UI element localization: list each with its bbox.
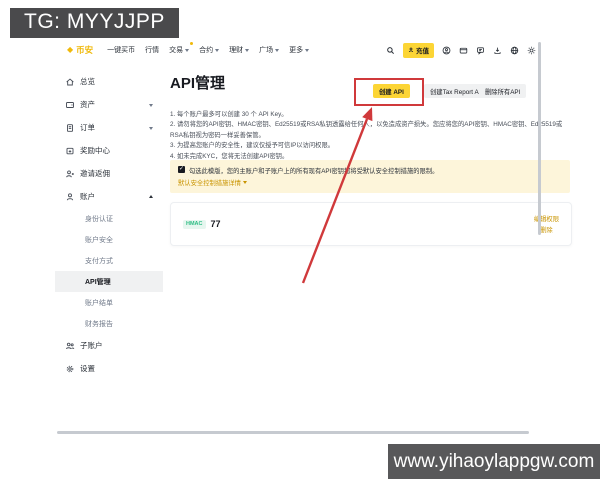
nav-item-futures[interactable]: 合约 (199, 45, 219, 55)
banner-text: 勾选此模版，您的主账户和子账户上的所有现有API密钥都将受默认安全控制措施的限制… (189, 166, 438, 175)
sidebar-subitem-api-management[interactable]: API管理 (55, 271, 163, 292)
deposit-label: 充值 (416, 45, 429, 55)
vertical-scrollbar[interactable] (538, 42, 541, 235)
sidebar-item-account[interactable]: 账户 (55, 185, 163, 208)
chevron-down-icon (305, 49, 309, 54)
search-icon[interactable] (386, 46, 395, 55)
chevron-down-icon (245, 49, 249, 54)
tg-contact-badge: TG: MYYJJPP (10, 8, 179, 38)
nav-right-icons: 充值 (386, 43, 536, 58)
notification-dot (190, 42, 193, 45)
api-key-name: 77 (211, 219, 221, 229)
create-api-button[interactable]: 创建 API (373, 84, 410, 98)
top-nav: ◆ 币安 一键买币 行情 交易 合约 理财 广场 更多 充值 (55, 38, 542, 62)
sidebar-item-label: 邀请返佣 (80, 168, 110, 179)
sidebar-item-label: 账户 (80, 191, 95, 202)
chevron-down-icon (149, 127, 153, 132)
sidebar-item-rewards[interactable]: 奖励中心 (55, 139, 163, 162)
sidebar-subitem-security[interactable]: 账户安全 (55, 229, 163, 250)
nav-items: 一键买币 行情 交易 合约 理财 广场 更多 (107, 45, 309, 55)
chevron-down-icon (185, 49, 189, 54)
deposit-button[interactable]: 充值 (403, 43, 434, 58)
site-watermark: www.yihaoylappgw.com (388, 444, 600, 479)
chevron-down-icon (149, 104, 153, 109)
sidebar-subitem-payment[interactable]: 支付方式 (55, 250, 163, 271)
rewards-icon (65, 146, 75, 156)
horizontal-scrollbar[interactable] (57, 431, 529, 434)
delete-api-link[interactable]: 删除 (540, 225, 553, 234)
gear-icon (65, 364, 75, 374)
nav-item-earn[interactable]: 理财 (229, 45, 249, 55)
diamond-logo-icon: ◆ (67, 46, 73, 54)
page-title: API管理 (170, 72, 225, 93)
person-plus-icon (65, 169, 75, 179)
download-icon[interactable] (493, 46, 502, 55)
nav-item-more[interactable]: 更多 (289, 45, 309, 55)
sidebar-item-subaccounts[interactable]: 子账户 (55, 334, 163, 357)
globe-icon[interactable] (510, 46, 519, 55)
nav-item-markets[interactable]: 行情 (145, 45, 159, 55)
note-line: 1. 每个账户最多可以创建 30 个 API Key。 (170, 110, 568, 120)
sidebar-item-label: 资产 (80, 99, 95, 110)
home-icon (65, 77, 75, 87)
sidebar-item-overview[interactable]: 总览 (55, 70, 163, 93)
sidebar-subitem-identity[interactable]: 身份认证 (55, 208, 163, 229)
binance-logo[interactable]: ◆ 币安 (67, 44, 93, 56)
sidebar-item-label: 设置 (80, 363, 95, 374)
chevron-down-icon (243, 181, 247, 186)
sidebar-item-orders[interactable]: 订单 (55, 116, 163, 139)
nav-item-buy-crypto[interactable]: 一键买币 (107, 45, 135, 55)
people-icon (65, 341, 75, 351)
brand-name: 币安 (76, 44, 93, 56)
note-line: 2. 请勿将您的API密钥、HMAC密钥、Ed25519或RSA私钥透露给任何人… (170, 120, 568, 141)
chevron-down-icon (215, 49, 219, 54)
delete-all-api-button[interactable]: 删除所有API (479, 84, 526, 98)
hmac-badge: HMAC (183, 220, 206, 229)
checkbox-checked-icon[interactable]: ✓ (178, 166, 185, 173)
sidebar-item-assets[interactable]: 资产 (55, 93, 163, 116)
chat-icon[interactable] (476, 46, 485, 55)
sidebar-subitem-statement[interactable]: 账户结单 (55, 292, 163, 313)
person-icon (65, 192, 75, 202)
exchange-page: ◆ 币安 一键买币 行情 交易 合约 理财 广场 更多 充值 (55, 38, 542, 438)
wallet-icon (65, 100, 75, 110)
sidebar-item-label: 总览 (80, 76, 95, 87)
note-line: 3. 为提高您账户的安全性，建议仅授予可信IP以访问权限。 (170, 141, 568, 151)
sidebar-item-settings[interactable]: 设置 (55, 357, 163, 380)
person-icon (408, 47, 414, 53)
security-template-banner: ✓ 勾选此模版，您的主账户和子账户上的所有现有API密钥都将受默认安全控制措施的… (170, 160, 570, 193)
theme-sun-icon[interactable] (527, 46, 536, 55)
sidebar-subitem-financial-report[interactable]: 财务报告 (55, 313, 163, 334)
security-controls-details-link[interactable]: 默认安全控制措施详情 (178, 178, 562, 187)
profile-icon[interactable] (442, 46, 451, 55)
wallet-icon[interactable] (459, 46, 468, 55)
api-key-card: HMAC 77 编辑权限 删除 (170, 202, 572, 246)
chevron-down-icon (275, 49, 279, 54)
sidebar: 总览 资产 订单 奖励中心 邀请返佣 账户 身份认证 账户安全 支付方式 API… (55, 62, 163, 380)
sidebar-item-label: 订单 (80, 122, 95, 133)
orders-icon (65, 123, 75, 133)
sidebar-item-referral[interactable]: 邀请返佣 (55, 162, 163, 185)
nav-item-trade[interactable]: 交易 (169, 45, 189, 55)
sidebar-item-label: 奖励中心 (80, 145, 110, 156)
sidebar-item-label: 子账户 (80, 340, 103, 351)
chevron-up-icon (149, 193, 153, 198)
nav-item-square[interactable]: 广场 (259, 45, 279, 55)
api-notes: 1. 每个账户最多可以创建 30 个 API Key。 2. 请勿将您的API密… (170, 110, 568, 162)
